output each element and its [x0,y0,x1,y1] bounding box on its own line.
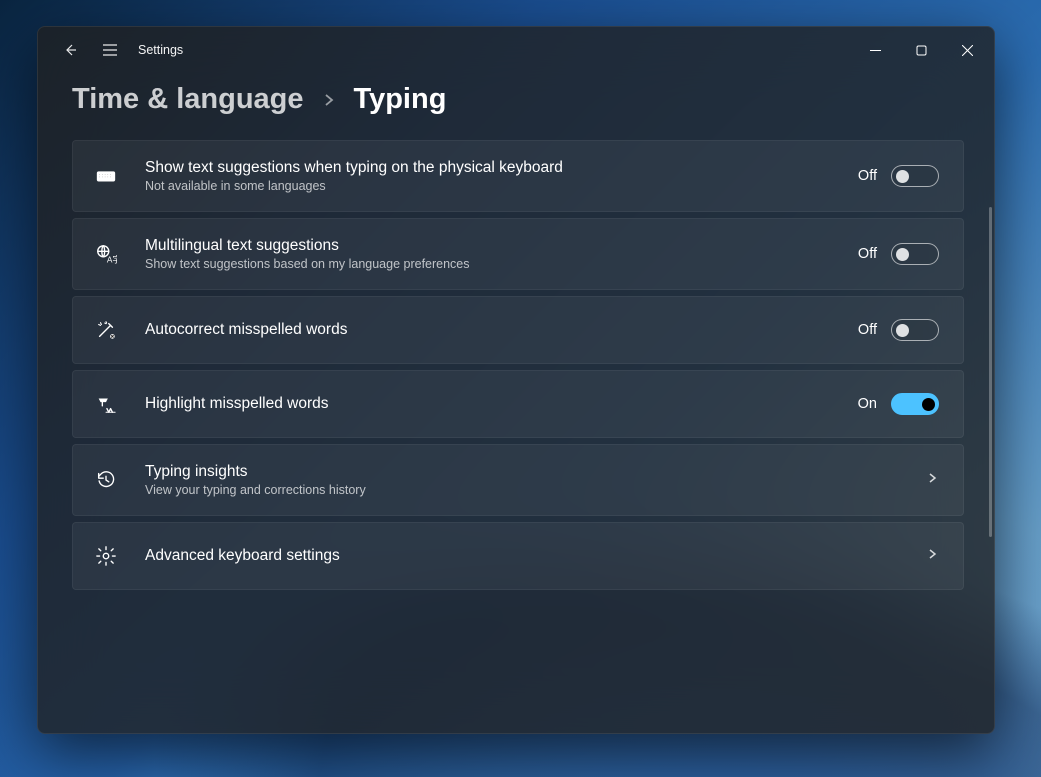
globe-text-icon: A字 [93,241,119,267]
minimize-icon [870,45,881,56]
minimize-button[interactable] [852,31,898,69]
toggle-switch[interactable] [891,243,939,265]
card-action [925,547,939,566]
toggle-switch[interactable] [891,165,939,187]
content-area: Time & language Typing Show text suggest… [38,73,994,733]
setting-card-2[interactable]: Autocorrect misspelled wordsOff [72,296,964,364]
scrollbar-thumb[interactable] [989,207,992,537]
maximize-icon [916,45,927,56]
card-text: Highlight misspelled words [145,395,858,413]
card-title: Advanced keyboard settings [145,547,925,565]
toggle-state-label: On [858,396,877,412]
close-icon [962,45,973,56]
breadcrumb-parent[interactable]: Time & language [72,83,304,116]
card-title: Highlight misspelled words [145,395,858,413]
toggle-state-label: Off [858,168,877,184]
card-title: Autocorrect misspelled words [145,321,858,339]
wand-icon [93,317,119,343]
page-title: Typing [354,83,447,116]
menu-button[interactable] [90,31,130,69]
arrow-left-icon [62,42,78,58]
app-title: Settings [138,43,183,57]
card-text: Typing insights View your typing and corr… [145,463,925,497]
card-text: Advanced keyboard settings [145,547,925,565]
chevron-right-icon [925,471,939,490]
toggle-switch[interactable] [891,319,939,341]
window-controls [852,31,990,69]
maximize-button[interactable] [898,31,944,69]
toggle-state-label: Off [858,322,877,338]
card-text: Multilingual text suggestions Show text s… [145,237,858,271]
gear-icon [93,543,119,569]
toggle-state-label: Off [858,246,877,262]
chevron-right-icon [925,547,939,566]
toggle-switch[interactable] [891,393,939,415]
card-action: Off [858,319,939,341]
back-button[interactable] [50,31,90,69]
setting-card-0[interactable]: Show text suggestions when typing on the… [72,140,964,212]
hamburger-icon [102,43,118,57]
titlebar: Settings [38,27,994,73]
card-title: Show text suggestions when typing on the… [145,159,858,177]
card-action: Off [858,243,939,265]
card-subtitle: Show text suggestions based on my langua… [145,257,858,271]
settings-window: Settings Time & language Typing Show tex… [37,26,995,734]
chevron-right-icon [322,87,336,113]
card-subtitle: View your typing and corrections history [145,483,925,497]
svg-text:A字: A字 [107,254,117,264]
keyboard-icon [93,163,119,189]
card-text: Show text suggestions when typing on the… [145,159,858,193]
card-title: Typing insights [145,463,925,481]
setting-card-4[interactable]: Typing insights View your typing and corr… [72,444,964,516]
card-subtitle: Not available in some languages [145,179,858,193]
card-action: Off [858,165,939,187]
card-text: Autocorrect misspelled words [145,321,858,339]
history-icon [93,467,119,493]
breadcrumb: Time & language Typing [72,83,964,116]
highlight-icon [93,391,119,417]
card-action [925,471,939,490]
setting-card-1[interactable]: A字 Multilingual text suggestions Show text… [72,218,964,290]
card-action: On [858,393,939,415]
close-button[interactable] [944,31,990,69]
setting-card-3[interactable]: Highlight misspelled wordsOn [72,370,964,438]
card-title: Multilingual text suggestions [145,237,858,255]
setting-card-5[interactable]: Advanced keyboard settings [72,522,964,590]
